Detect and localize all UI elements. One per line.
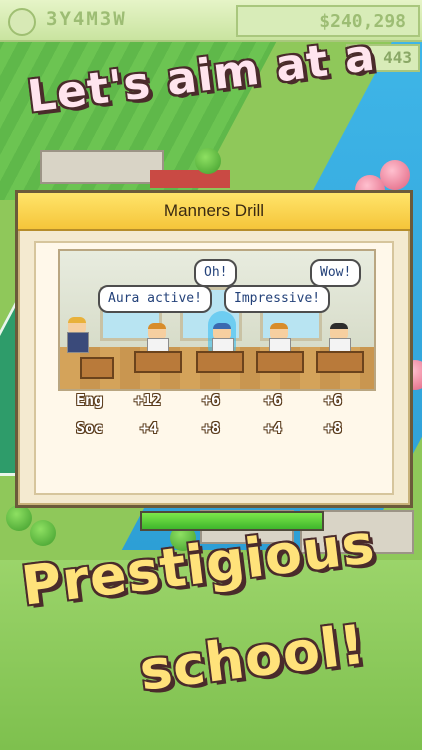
student-desk: [196, 351, 244, 373]
menu-ball-icon[interactable]: [8, 8, 36, 36]
dialog-content: Aura active! Oh! Impressive! Wow! Eng +1…: [34, 241, 394, 531]
student-desk: [256, 351, 304, 373]
speech-bubble: Wow!: [310, 259, 362, 287]
classroom-scene: Aura active! Oh! Impressive! Wow!: [58, 249, 376, 391]
stat-label: Eng: [76, 391, 104, 409]
character-head: [270, 323, 288, 339]
stat-label: Soc: [76, 419, 104, 437]
game-date: 3Y4M3W: [46, 8, 127, 30]
character-head: [148, 323, 166, 339]
manners-drill-dialog[interactable]: Manners Drill Aura active! Oh! Impressiv…: [15, 190, 413, 531]
student-desk: [134, 351, 182, 373]
stat-value: +12: [134, 391, 162, 409]
character-head: [213, 323, 231, 339]
stat-value: +8: [202, 419, 221, 437]
speech-bubble: Aura active!: [98, 285, 212, 313]
stat-gains: Eng +12 +6 +6 +6 Soc +4 +8 +4 +8: [76, 391, 366, 447]
speech-bubble: Oh!: [194, 259, 238, 287]
character-head: [68, 317, 86, 333]
money-display: $240,298: [236, 5, 420, 37]
stat-value: +6: [202, 391, 221, 409]
student-desk: [316, 351, 364, 373]
school-building[interactable]: [40, 150, 164, 184]
character-body: [67, 332, 89, 353]
tree: [195, 148, 221, 174]
tree: [6, 505, 32, 531]
stat-value: +8: [324, 419, 343, 437]
speech-bubble: Impressive!: [224, 285, 331, 313]
building-roof: [150, 170, 230, 188]
stat-value: +6: [264, 391, 283, 409]
stat-value: +4: [264, 419, 283, 437]
character-head: [330, 323, 348, 339]
tree: [30, 520, 56, 546]
stat-row-eng: Eng +12 +6 +6 +6: [76, 391, 366, 419]
stat-value: +6: [324, 391, 343, 409]
stat-row-soc: Soc +4 +8 +4 +8: [76, 419, 366, 447]
dialog-title: Manners Drill: [18, 193, 410, 231]
points-value: 443: [383, 48, 412, 67]
money-value: $240,298: [319, 11, 406, 32]
teacher-desk: [80, 357, 114, 379]
stat-value: +4: [140, 419, 159, 437]
teacher-character: [66, 317, 89, 353]
